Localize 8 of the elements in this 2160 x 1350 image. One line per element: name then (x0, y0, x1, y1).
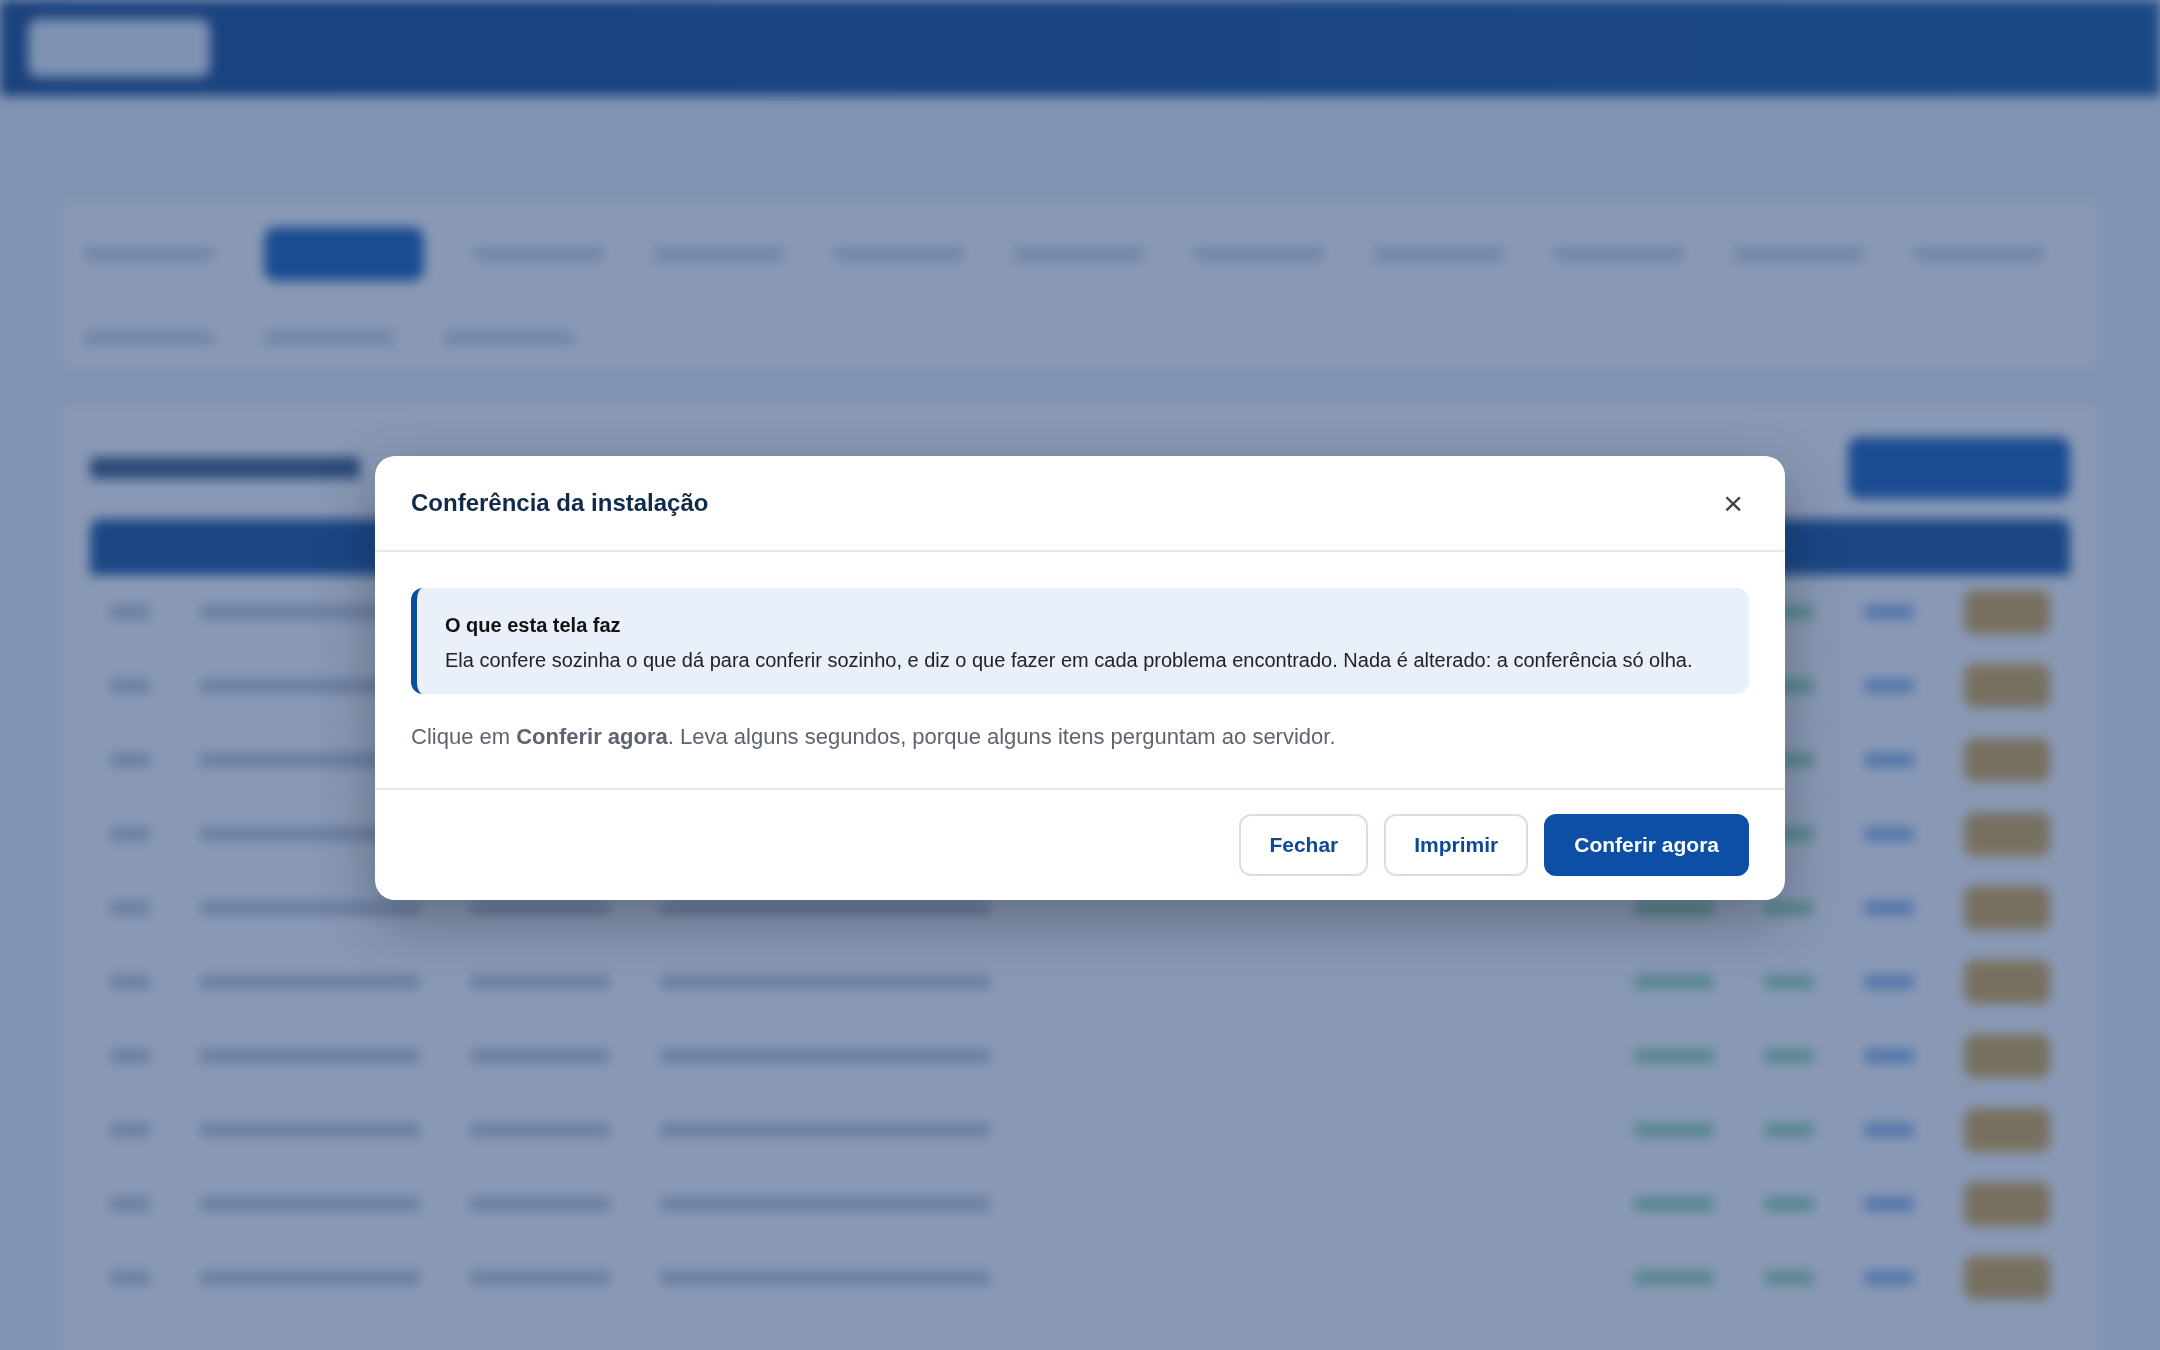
secondary-button[interactable]: Fechar (1239, 814, 1369, 876)
instruction-text: Clique em Conferir agora. Leva alguns segundos, porque alguns itens perguntam ao servidor. (411, 724, 1337, 750)
notice-title: O que esta tela faz (445, 614, 622, 637)
primary-button[interactable]: Conferir agora (1544, 814, 1749, 876)
secondary-button[interactable]: Imprimir (1384, 814, 1529, 876)
notice-text: Ela confere sozinha o que dá para conferir sozinho, e diz o que fazer em cada problema encontrado. Nada é alterado: a conferência só olha. (445, 649, 1694, 672)
close-button[interactable]: × (1717, 486, 1749, 520)
dialog-title: Conferência da instalação (411, 489, 709, 517)
